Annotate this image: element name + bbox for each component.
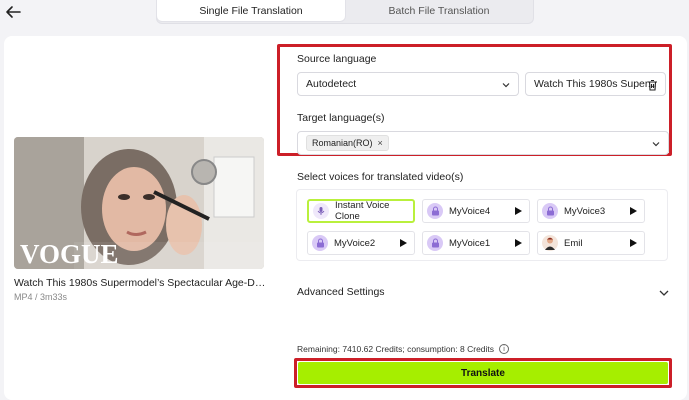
voices-label: Select voices for translated video(s)	[297, 171, 464, 183]
info-icon[interactable]: i	[499, 344, 510, 354]
lock-avatar-icon	[542, 203, 558, 219]
translate-button[interactable]: Translate	[298, 362, 668, 384]
play-icon[interactable]	[630, 207, 637, 215]
trash-icon[interactable]	[647, 79, 658, 91]
chevron-down-icon[interactable]	[659, 289, 669, 297]
voice-myvoice4[interactable]: MyVoice4	[422, 199, 530, 223]
advanced-settings-label[interactable]: Advanced Settings	[297, 286, 385, 298]
video-thumbnail[interactable]: VOGUE	[14, 137, 264, 269]
voice-instant-clone[interactable]: Instant Voice Clone	[307, 199, 415, 223]
chevron-down-icon	[652, 142, 660, 147]
source-language-label: Source language	[297, 53, 377, 65]
voice-label: Instant Voice Clone	[335, 200, 390, 222]
voice-myvoice1[interactable]: MyVoice1	[422, 231, 530, 255]
voice-label: MyVoice3	[564, 205, 606, 217]
play-icon[interactable]	[515, 207, 522, 215]
voice-myvoice3[interactable]: MyVoice3	[537, 199, 645, 223]
credits-text: Remaining: 7410.62 Credits; consumption:…	[297, 344, 495, 354]
play-icon[interactable]	[515, 239, 522, 247]
voice-label: MyVoice1	[449, 237, 491, 249]
translation-mode-tabs: Single File Translation Batch File Trans…	[156, 0, 534, 24]
source-file-select[interactable]: Watch This 1980s Super...	[525, 72, 666, 96]
language-chip-romanian: Romanian(RO) ×	[306, 135, 389, 151]
play-icon[interactable]	[400, 239, 407, 247]
voice-label: Emil	[564, 237, 583, 249]
credits-info: Remaining: 7410.62 Credits; consumption:…	[297, 344, 510, 354]
voice-label: MyVoice2	[334, 237, 376, 249]
back-arrow-icon[interactable]	[4, 4, 22, 20]
translate-highlight: Translate	[294, 358, 672, 388]
source-language-value: Autodetect	[306, 78, 357, 90]
remove-chip-icon[interactable]: ×	[378, 138, 383, 148]
video-title: Watch This 1980s Supermodel’s Spectacula…	[14, 277, 268, 289]
voice-myvoice2[interactable]: MyVoice2	[307, 231, 415, 255]
play-icon[interactable]	[630, 239, 637, 247]
source-file-value: Watch This 1980s Super...	[534, 78, 657, 90]
person-avatar-icon	[542, 235, 558, 251]
voice-clone-icon	[313, 203, 329, 219]
source-language-select[interactable]: Autodetect	[297, 72, 519, 96]
chevron-down-icon	[502, 83, 510, 88]
voice-emil[interactable]: Emil	[537, 231, 645, 255]
lock-avatar-icon	[312, 235, 328, 251]
target-language-label: Target language(s)	[297, 112, 385, 124]
voice-label: MyVoice4	[449, 205, 491, 217]
lock-avatar-icon	[427, 203, 443, 219]
tab-single-file[interactable]: Single File Translation	[157, 0, 345, 21]
target-language-select[interactable]: Romanian(RO) ×	[297, 131, 669, 155]
tab-batch-file[interactable]: Batch File Translation	[345, 0, 533, 21]
vogue-logo: VOGUE	[20, 239, 118, 269]
language-chip-label: Romanian(RO)	[312, 138, 373, 148]
video-meta: MP4 / 3m33s	[14, 292, 68, 302]
lock-avatar-icon	[427, 235, 443, 251]
